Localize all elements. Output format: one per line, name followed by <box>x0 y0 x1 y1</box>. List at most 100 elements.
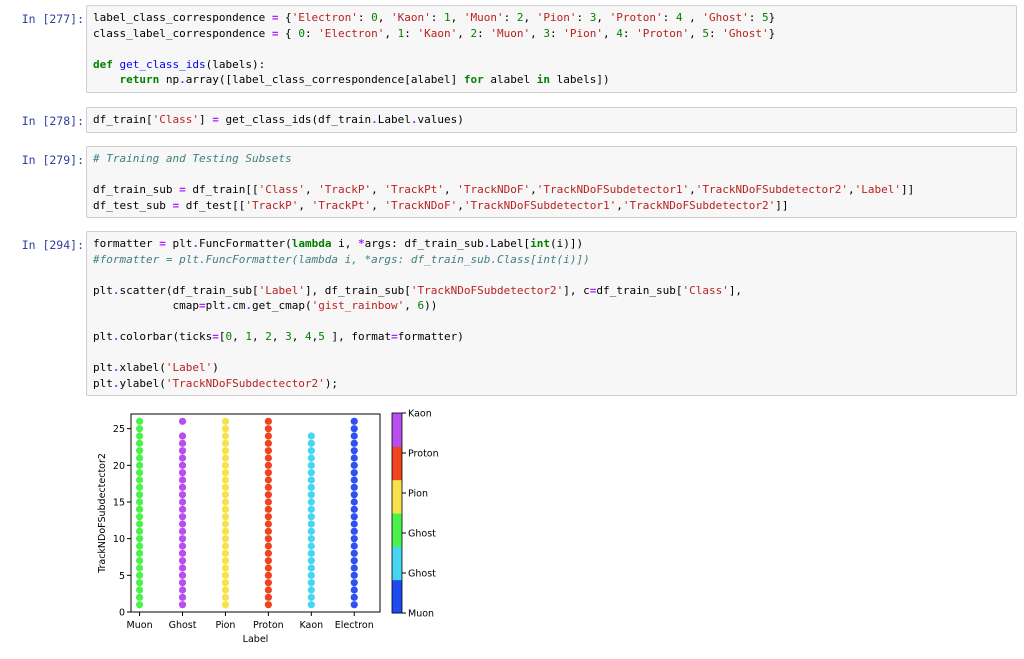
data-point-pion <box>221 491 230 499</box>
data-point-electron <box>350 557 358 565</box>
data-point-ghost <box>178 417 187 425</box>
code-token: 0 <box>371 11 378 24</box>
data-point-ghost <box>178 469 187 477</box>
code-token: plt <box>165 237 193 250</box>
code-token: 'Label' <box>258 283 305 297</box>
data-point-pion <box>221 454 230 462</box>
colorbar-tick-label: Kaon <box>408 409 432 420</box>
data-point-proton <box>264 498 272 506</box>
code-token: def <box>93 57 113 71</box>
data-point-proton <box>264 476 272 484</box>
code-token: ] <box>198 113 213 126</box>
code-token: Label <box>377 113 411 126</box>
data-point-pion <box>221 564 230 572</box>
data-point-electron <box>350 601 358 609</box>
data-point-muon <box>135 483 144 491</box>
data-point-ghost <box>178 557 187 565</box>
code-token: ], df_train_sub[ <box>304 283 411 297</box>
data-point-electron <box>350 535 358 543</box>
code-token: 'Class' <box>258 183 305 196</box>
data-point-muon <box>135 601 144 609</box>
cell-prompt: In [279]: <box>21 153 84 167</box>
code-token: ], format <box>324 330 392 343</box>
code-token: 'Muon' <box>490 26 531 40</box>
data-point-proton <box>264 439 272 447</box>
code-token: Label[ <box>490 237 531 250</box>
code-token: 'Electron' <box>318 26 385 40</box>
data-point-pion <box>221 425 230 433</box>
code-token: { <box>278 26 299 40</box>
data-point-proton <box>264 469 272 477</box>
code-token: . <box>112 283 120 297</box>
code-token: , <box>384 26 398 40</box>
code-token: formatter) <box>397 330 464 343</box>
data-point-pion <box>221 469 230 477</box>
code-token: , <box>530 183 537 196</box>
colorbar-tick-label: Ghost <box>408 529 436 540</box>
code-input-area[interactable]: label_class_correspondence = {'Electron'… <box>86 5 1017 93</box>
code-token: : <box>430 11 445 24</box>
data-point-electron <box>350 527 358 535</box>
data-point-electron <box>350 498 358 506</box>
colorbar-segment <box>392 479 402 514</box>
data-point-proton <box>264 579 272 587</box>
data-point-ghost <box>178 593 187 601</box>
scatter-plot-output: 0 5 10 15 20 25 Muon Ghost Pion Proton Kaon Electro… <box>97 409 439 646</box>
code-token: , <box>304 183 319 196</box>
code-token: colorbar(ticks <box>119 330 213 343</box>
code-token: , <box>457 26 471 40</box>
data-point-ghost <box>178 571 187 579</box>
code-token: 2 <box>265 330 272 343</box>
code-token: 'Label' <box>854 183 902 196</box>
data-point-proton <box>264 586 272 594</box>
data-point-ghost <box>178 476 187 484</box>
code-input-area[interactable]: # Training and Testing Subsets df_train_s… <box>86 146 1017 218</box>
data-point-ghost <box>178 527 187 535</box>
code-token: ]] <box>775 198 789 212</box>
code-token: : <box>576 11 590 24</box>
data-point-kaon <box>307 447 315 455</box>
code-token: df_train_sub <box>93 183 180 196</box>
code-token: 4 <box>304 330 312 343</box>
code-text: df_train['Class'] = get_class_ids(df_tra… <box>87 108 1016 132</box>
data-point-muon <box>135 527 144 535</box>
data-point-pion <box>221 447 230 455</box>
data-point-electron <box>350 564 358 572</box>
code-token: np <box>159 73 180 86</box>
data-point-muon <box>135 417 144 425</box>
code-token: get_cmap( <box>251 299 312 312</box>
data-point-muon <box>135 549 144 557</box>
code-token: 5 <box>318 330 325 343</box>
x-tick-label: Proton <box>253 620 284 631</box>
code-token: 'Proton' <box>636 26 690 40</box>
code-line: plt.ylabel('TrackNDoFSubdectector2'); <box>93 376 1010 392</box>
data-point-kaon <box>307 498 315 506</box>
data-point-kaon <box>307 483 315 491</box>
code-token: i, <box>331 237 358 250</box>
code-token: , <box>603 26 617 40</box>
code-token: , <box>848 183 855 196</box>
data-point-proton <box>264 557 272 565</box>
data-point-ghost <box>178 447 187 455</box>
data-point-kaon <box>307 535 315 543</box>
code-input-area[interactable]: formatter = plt.FuncFormatter(lambda i, … <box>86 231 1017 396</box>
code-token: . <box>112 361 120 374</box>
data-point-proton <box>264 513 272 521</box>
code-token: df_test_sub <box>93 198 173 212</box>
data-point-pion <box>221 513 230 521</box>
code-line: plt.colorbar(ticks=[0, 1, 2, 3, 4,5 ], f… <box>93 329 1010 345</box>
data-point-electron <box>350 579 358 587</box>
data-point-muon <box>135 447 144 455</box>
data-point-kaon <box>307 579 315 587</box>
data-point-pion <box>221 557 230 565</box>
data-point-kaon <box>307 469 315 477</box>
code-input-area[interactable]: df_train['Class'] = get_class_ids(df_tra… <box>86 107 1017 133</box>
code-token: formatter <box>93 237 160 250</box>
colorbar-tick-label: Proton <box>408 449 439 460</box>
code-token: : <box>662 11 676 24</box>
data-point-proton <box>264 461 272 469</box>
data-point-muon <box>135 461 144 469</box>
code-token: , <box>298 198 312 212</box>
data-point-electron <box>350 447 358 455</box>
data-point-pion <box>221 549 230 557</box>
